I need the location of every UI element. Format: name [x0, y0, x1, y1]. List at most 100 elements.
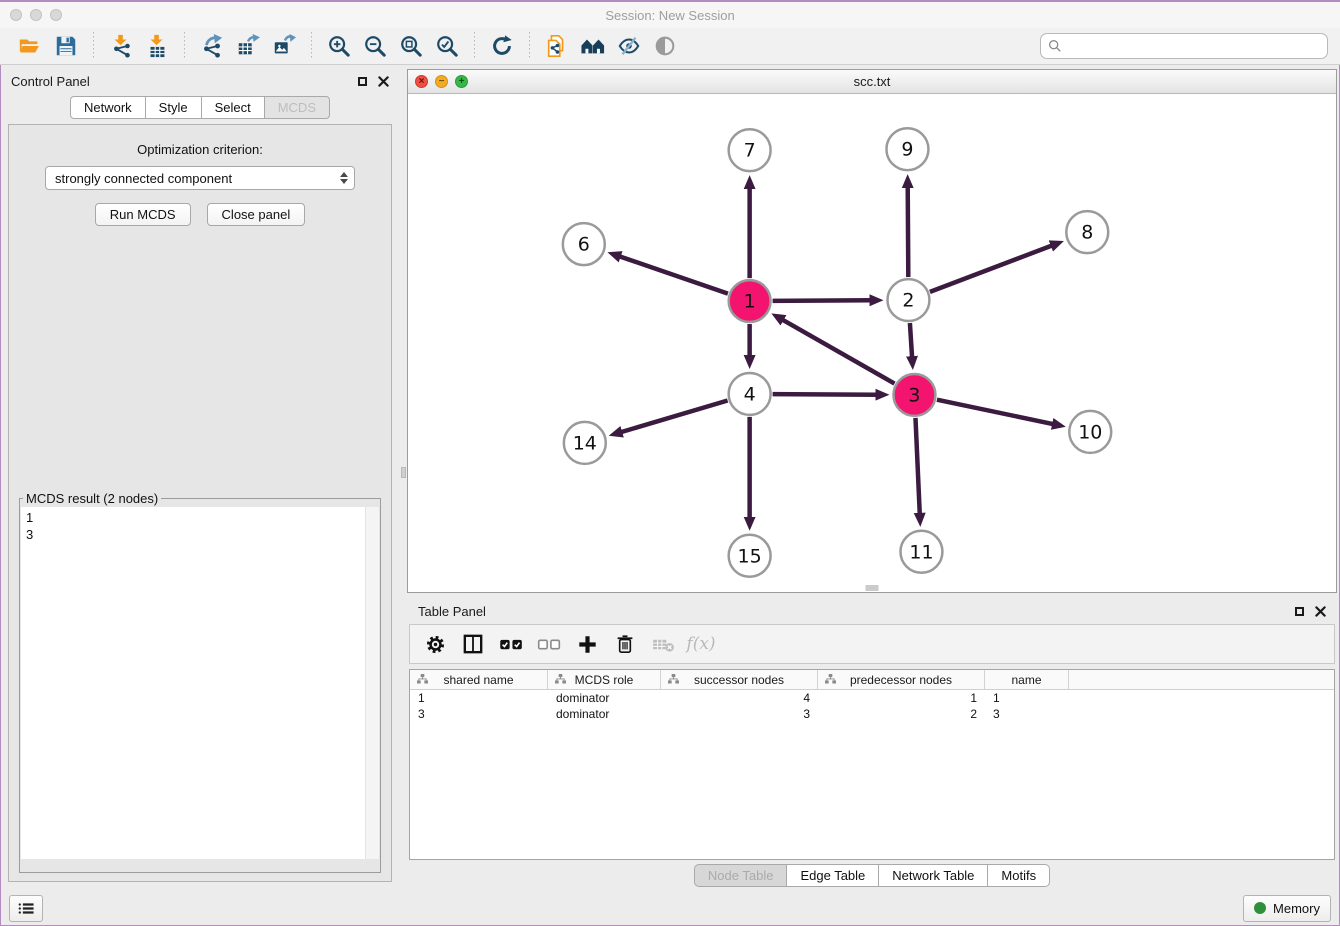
- delete-row-button[interactable]: [606, 627, 644, 661]
- close-window-button[interactable]: [10, 9, 22, 21]
- deselect-all-button[interactable]: [530, 627, 568, 661]
- close-panel-icon[interactable]: [378, 76, 389, 87]
- edge-1-2[interactable]: [773, 300, 872, 301]
- node-15[interactable]: 15: [729, 535, 771, 577]
- node-14[interactable]: 14: [564, 422, 606, 464]
- mcds-result-text: 13: [21, 507, 379, 545]
- edge-4-14[interactable]: [620, 400, 727, 432]
- columns-button[interactable]: [454, 627, 492, 661]
- close-panel-button[interactable]: Close panel: [207, 203, 306, 226]
- table-body: 1dominator4113dominator323: [410, 690, 1334, 722]
- result-scrollbar[interactable]: [365, 507, 379, 859]
- tab-network[interactable]: Network: [70, 96, 146, 119]
- export-image-button[interactable]: [269, 32, 299, 60]
- select-all-button[interactable]: [492, 627, 530, 661]
- tab-select[interactable]: Select: [201, 96, 265, 119]
- network-minimize-button[interactable]: −: [435, 75, 448, 88]
- node-2[interactable]: 2: [887, 279, 929, 321]
- edge-2-8[interactable]: [930, 245, 1053, 292]
- search-box[interactable]: [1040, 33, 1328, 59]
- show-panel-button[interactable]: [650, 32, 680, 60]
- table-tab-node-table[interactable]: Node Table: [694, 864, 788, 887]
- network-graph[interactable]: 1 2 3 4 6 7 8 9 10 11 14 15: [408, 94, 1336, 592]
- memory-button[interactable]: Memory: [1243, 895, 1331, 922]
- settings-button[interactable]: [416, 627, 454, 661]
- splitter-handle[interactable]: [401, 467, 406, 478]
- column-label: MCDS role: [575, 673, 634, 687]
- edge-2-3[interactable]: [910, 323, 912, 358]
- edge-3-1[interactable]: [782, 319, 895, 383]
- select-all-icon: [499, 637, 524, 652]
- table-row[interactable]: 3dominator323: [410, 706, 1334, 722]
- node-1[interactable]: 1: [729, 280, 771, 322]
- optimization-criterion-select[interactable]: strongly connected component: [45, 166, 355, 190]
- import-network-button[interactable]: [106, 32, 136, 60]
- node-6[interactable]: 6: [563, 223, 605, 265]
- edge-4-3[interactable]: [773, 394, 878, 395]
- zoom-window-button[interactable]: [50, 9, 62, 21]
- edge-2-9[interactable]: [908, 186, 909, 277]
- import-table-button[interactable]: [142, 32, 172, 60]
- float-table-panel-icon[interactable]: [1295, 607, 1304, 616]
- tab-mcds[interactable]: MCDS: [264, 96, 330, 119]
- edge-1-6[interactable]: [619, 256, 728, 293]
- node-3[interactable]: 3: [893, 374, 935, 416]
- node-10[interactable]: 10: [1069, 411, 1111, 453]
- table-tab-network-table[interactable]: Network Table: [878, 864, 988, 887]
- node-4[interactable]: 4: [729, 373, 771, 415]
- column-label: shared name: [443, 673, 513, 687]
- column-label: successor nodes: [694, 673, 784, 687]
- toolbar-separator: [529, 32, 530, 60]
- minimize-window-button[interactable]: [30, 9, 42, 21]
- node-11[interactable]: 11: [900, 531, 942, 573]
- mcds-result-area[interactable]: 13: [21, 507, 379, 859]
- toolbar-buttons: [12, 32, 683, 60]
- home-button[interactable]: [578, 32, 608, 60]
- tab-style[interactable]: Style: [145, 96, 202, 119]
- column-header-successor-nodes[interactable]: successor nodes: [661, 670, 818, 689]
- hide-panel-button[interactable]: [614, 32, 644, 60]
- node-9[interactable]: 9: [886, 128, 928, 170]
- refresh-button[interactable]: [487, 32, 517, 60]
- network-zoom-button[interactable]: +: [455, 75, 468, 88]
- export-table-button[interactable]: [233, 32, 263, 60]
- mcds-result-title: MCDS result (2 nodes): [23, 491, 161, 506]
- zoom-selected-button[interactable]: [432, 32, 462, 60]
- delete-table-icon: [652, 636, 675, 653]
- edge-3-10[interactable]: [937, 400, 1054, 425]
- table-row[interactable]: 1dominator411: [410, 690, 1334, 706]
- column-header-name[interactable]: name: [985, 670, 1069, 689]
- show-panel-icon: [653, 34, 677, 58]
- zoom-fit-button[interactable]: [396, 32, 426, 60]
- save-session-button[interactable]: [51, 32, 81, 60]
- canvas-resize-handle[interactable]: [866, 585, 879, 591]
- node-7[interactable]: 7: [729, 129, 771, 171]
- float-panel-icon[interactable]: [358, 77, 367, 86]
- open-session-button[interactable]: [15, 32, 45, 60]
- network-window-title: scc.txt: [408, 74, 1336, 89]
- column-header-predecessor-nodes[interactable]: predecessor nodes: [818, 670, 985, 689]
- toolbar-separator: [311, 32, 312, 60]
- network-close-button[interactable]: ×: [415, 75, 428, 88]
- zoom-out-button[interactable]: [360, 32, 390, 60]
- table-tab-motifs[interactable]: Motifs: [987, 864, 1050, 887]
- hide-panel-icon: [617, 34, 641, 58]
- table-tab-edge-table[interactable]: Edge Table: [786, 864, 879, 887]
- column-header-shared-name[interactable]: shared name: [410, 670, 548, 689]
- search-input[interactable]: [1067, 38, 1320, 55]
- attribute-icon: [555, 674, 566, 685]
- task-history-button[interactable]: [9, 895, 43, 922]
- column-header-MCDS-role[interactable]: MCDS role: [548, 670, 661, 689]
- run-mcds-button[interactable]: Run MCDS: [95, 203, 191, 226]
- edge-3-11[interactable]: [915, 418, 919, 515]
- export-network-button[interactable]: [197, 32, 227, 60]
- annotation-button[interactable]: [542, 32, 572, 60]
- table-cell: 3: [661, 707, 818, 721]
- vertical-splitter[interactable]: [400, 65, 407, 890]
- add-row-button[interactable]: [568, 627, 606, 661]
- zoom-in-button[interactable]: [324, 32, 354, 60]
- network-canvas[interactable]: 1 2 3 4 6 7 8 9 10 11 14 15: [408, 94, 1336, 592]
- close-table-panel-icon[interactable]: [1315, 606, 1326, 617]
- memory-status-icon: [1254, 902, 1266, 914]
- node-8[interactable]: 8: [1066, 211, 1108, 253]
